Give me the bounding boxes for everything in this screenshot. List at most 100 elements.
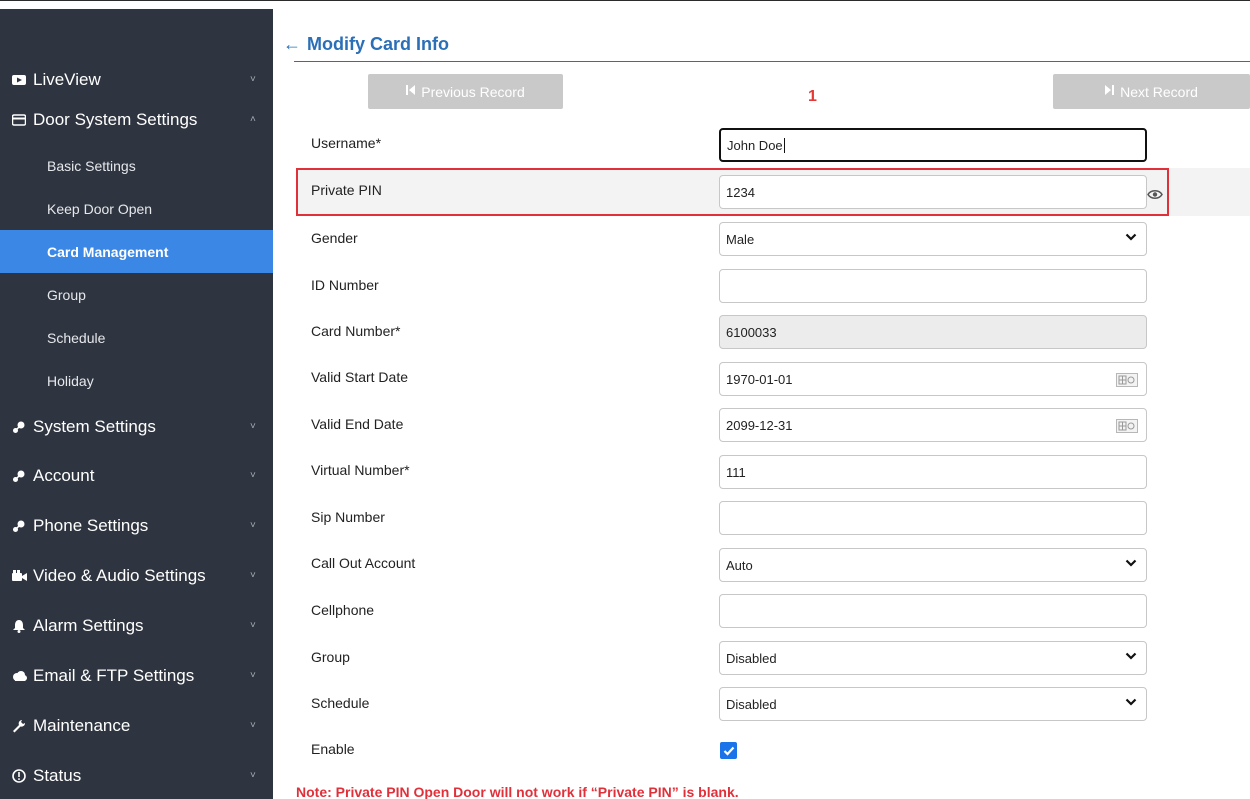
previous-record-label: Previous Record bbox=[421, 83, 525, 100]
sidebar: LiveView ˅ Door System Settings ˄ Basic … bbox=[0, 9, 273, 799]
schedule-select[interactable]: Disabled bbox=[719, 687, 1147, 721]
sidebar-item-maintenance[interactable]: Maintenance ˅ bbox=[0, 702, 273, 749]
sidebar-subitem-schedule[interactable]: Schedule bbox=[0, 316, 273, 359]
text-caret bbox=[783, 137, 785, 153]
sidebar-item-video-audio-settings[interactable]: Video & Audio Settings ˅ bbox=[0, 552, 273, 599]
virtual-number-label: Virtual Number* bbox=[311, 462, 410, 478]
next-record-button[interactable]: Next Record bbox=[1053, 74, 1250, 109]
sidebar-item-label: Account bbox=[33, 465, 95, 485]
id-number-input[interactable] bbox=[719, 269, 1147, 303]
gender-label: Gender bbox=[311, 230, 358, 246]
sidebar-subitem-card-management[interactable]: Card Management bbox=[0, 230, 273, 273]
tools-icon bbox=[11, 518, 27, 534]
chevron-up-icon: ˄ bbox=[250, 114, 256, 125]
schedule-label: Schedule bbox=[311, 695, 370, 711]
sidebar-item-status[interactable]: Status ˅ bbox=[0, 752, 273, 799]
sidebar-subitem-label: Group bbox=[47, 286, 86, 303]
virtual-number-value: 111 bbox=[726, 464, 746, 480]
chevron-down-icon: ˅ bbox=[250, 620, 256, 631]
sidebar-subitem-label: Schedule bbox=[47, 329, 106, 346]
valid-end-date-label: Valid End Date bbox=[311, 416, 404, 432]
username-input[interactable]: John Doe bbox=[719, 128, 1147, 162]
tools-icon bbox=[11, 419, 27, 435]
previous-record-button[interactable]: Previous Record bbox=[368, 74, 563, 109]
title-divider bbox=[294, 61, 1250, 62]
valid-start-date-label: Valid Start Date bbox=[311, 369, 409, 385]
virtual-number-input[interactable]: 111 bbox=[719, 455, 1147, 489]
sidebar-subitem-label: Basic Settings bbox=[47, 157, 136, 174]
valid-end-date-value: 2099-12-31 bbox=[726, 417, 793, 433]
sidebar-item-label: System Settings bbox=[33, 416, 156, 436]
valid-start-date-input[interactable]: 1970-01-01 bbox=[719, 362, 1147, 396]
sidebar-subitem-group[interactable]: Group bbox=[0, 273, 273, 316]
call-out-account-value: Auto bbox=[726, 557, 753, 573]
video-icon bbox=[11, 568, 27, 584]
chevron-down-icon bbox=[1125, 696, 1137, 711]
chevron-down-icon: ˅ bbox=[250, 520, 256, 531]
chevron-down-icon bbox=[1125, 557, 1137, 572]
sidebar-subitem-keep-door-open[interactable]: Keep Door Open bbox=[0, 187, 273, 230]
chevron-down-icon: ˅ bbox=[250, 570, 256, 581]
enable-checkbox[interactable] bbox=[720, 742, 737, 759]
chevron-down-icon: ˅ bbox=[250, 720, 256, 731]
next-record-label: Next Record bbox=[1120, 83, 1198, 100]
sidebar-item-label: Email & FTP Settings bbox=[33, 665, 195, 685]
group-label: Group bbox=[311, 649, 350, 665]
calendar-icon[interactable] bbox=[1116, 373, 1138, 387]
chevron-down-icon: ˅ bbox=[250, 770, 256, 781]
valid-end-date-input[interactable]: 2099-12-31 bbox=[719, 408, 1147, 442]
skip-next-icon bbox=[1105, 85, 1115, 98]
sidebar-item-account[interactable]: Account ˅ bbox=[0, 452, 273, 499]
card-number-value: 6100033 bbox=[726, 324, 777, 340]
card-number-label: Card Number* bbox=[311, 323, 401, 339]
sidebar-subitem-label: Card Management bbox=[47, 243, 169, 260]
chevron-down-icon: ˅ bbox=[250, 421, 256, 432]
sip-number-input[interactable] bbox=[719, 501, 1147, 535]
sidebar-subitem-label: Keep Door Open bbox=[47, 200, 153, 217]
back-arrow-icon[interactable]: ← bbox=[283, 34, 301, 55]
pin-note: Note: Private PIN Open Door will not wor… bbox=[296, 784, 739, 799]
username-label: Username* bbox=[311, 135, 382, 151]
sidebar-item-label: Phone Settings bbox=[33, 515, 149, 535]
chevron-down-icon bbox=[1125, 650, 1137, 665]
enable-label: Enable bbox=[311, 741, 355, 757]
group-value: Disabled bbox=[726, 650, 777, 666]
info-icon bbox=[11, 768, 27, 784]
cloud-icon bbox=[11, 668, 27, 684]
chevron-down-icon: ˅ bbox=[250, 670, 256, 681]
sidebar-subitem-basic-settings[interactable]: Basic Settings bbox=[0, 144, 273, 187]
record-index: 1 bbox=[808, 88, 817, 105]
calendar-icon[interactable] bbox=[1116, 419, 1138, 433]
card-number-input[interactable]: 6100033 bbox=[719, 315, 1147, 349]
call-out-account-select[interactable]: Auto bbox=[719, 548, 1147, 582]
sidebar-item-label: Door System Settings bbox=[33, 109, 198, 129]
tools-icon bbox=[11, 468, 27, 484]
cellphone-label: Cellphone bbox=[311, 602, 375, 618]
gender-select[interactable]: Male bbox=[719, 222, 1147, 256]
top-border bbox=[0, 0, 1250, 8]
tv-icon bbox=[11, 72, 27, 88]
group-select[interactable]: Disabled bbox=[719, 641, 1147, 675]
valid-start-date-value: 1970-01-01 bbox=[726, 371, 793, 387]
door-icon bbox=[11, 112, 27, 128]
bell-icon bbox=[11, 618, 27, 634]
sidebar-item-door-system-settings[interactable]: Door System Settings ˄ bbox=[0, 96, 273, 143]
chevron-down-icon: ˅ bbox=[250, 470, 256, 481]
skip-previous-icon bbox=[406, 85, 416, 98]
sidebar-item-label: Status bbox=[33, 765, 82, 785]
username-value: John Doe bbox=[727, 137, 783, 153]
sidebar-item-email-ftp-settings[interactable]: Email & FTP Settings ˅ bbox=[0, 652, 273, 699]
sip-number-label: Sip Number bbox=[311, 509, 385, 525]
private-pin-highlight bbox=[296, 168, 1169, 216]
sidebar-item-phone-settings[interactable]: Phone Settings ˅ bbox=[0, 502, 273, 549]
wrench-icon bbox=[11, 718, 27, 734]
cellphone-input[interactable] bbox=[719, 594, 1147, 628]
schedule-value: Disabled bbox=[726, 696, 777, 712]
sidebar-item-alarm-settings[interactable]: Alarm Settings ˅ bbox=[0, 602, 273, 649]
sidebar-subitem-label: Holiday bbox=[47, 372, 94, 389]
chevron-down-icon bbox=[1125, 231, 1137, 246]
id-number-label: ID Number bbox=[311, 277, 379, 293]
gender-value: Male bbox=[726, 231, 755, 247]
sidebar-subitem-holiday[interactable]: Holiday bbox=[0, 359, 273, 402]
sidebar-item-system-settings[interactable]: System Settings ˅ bbox=[0, 403, 273, 450]
